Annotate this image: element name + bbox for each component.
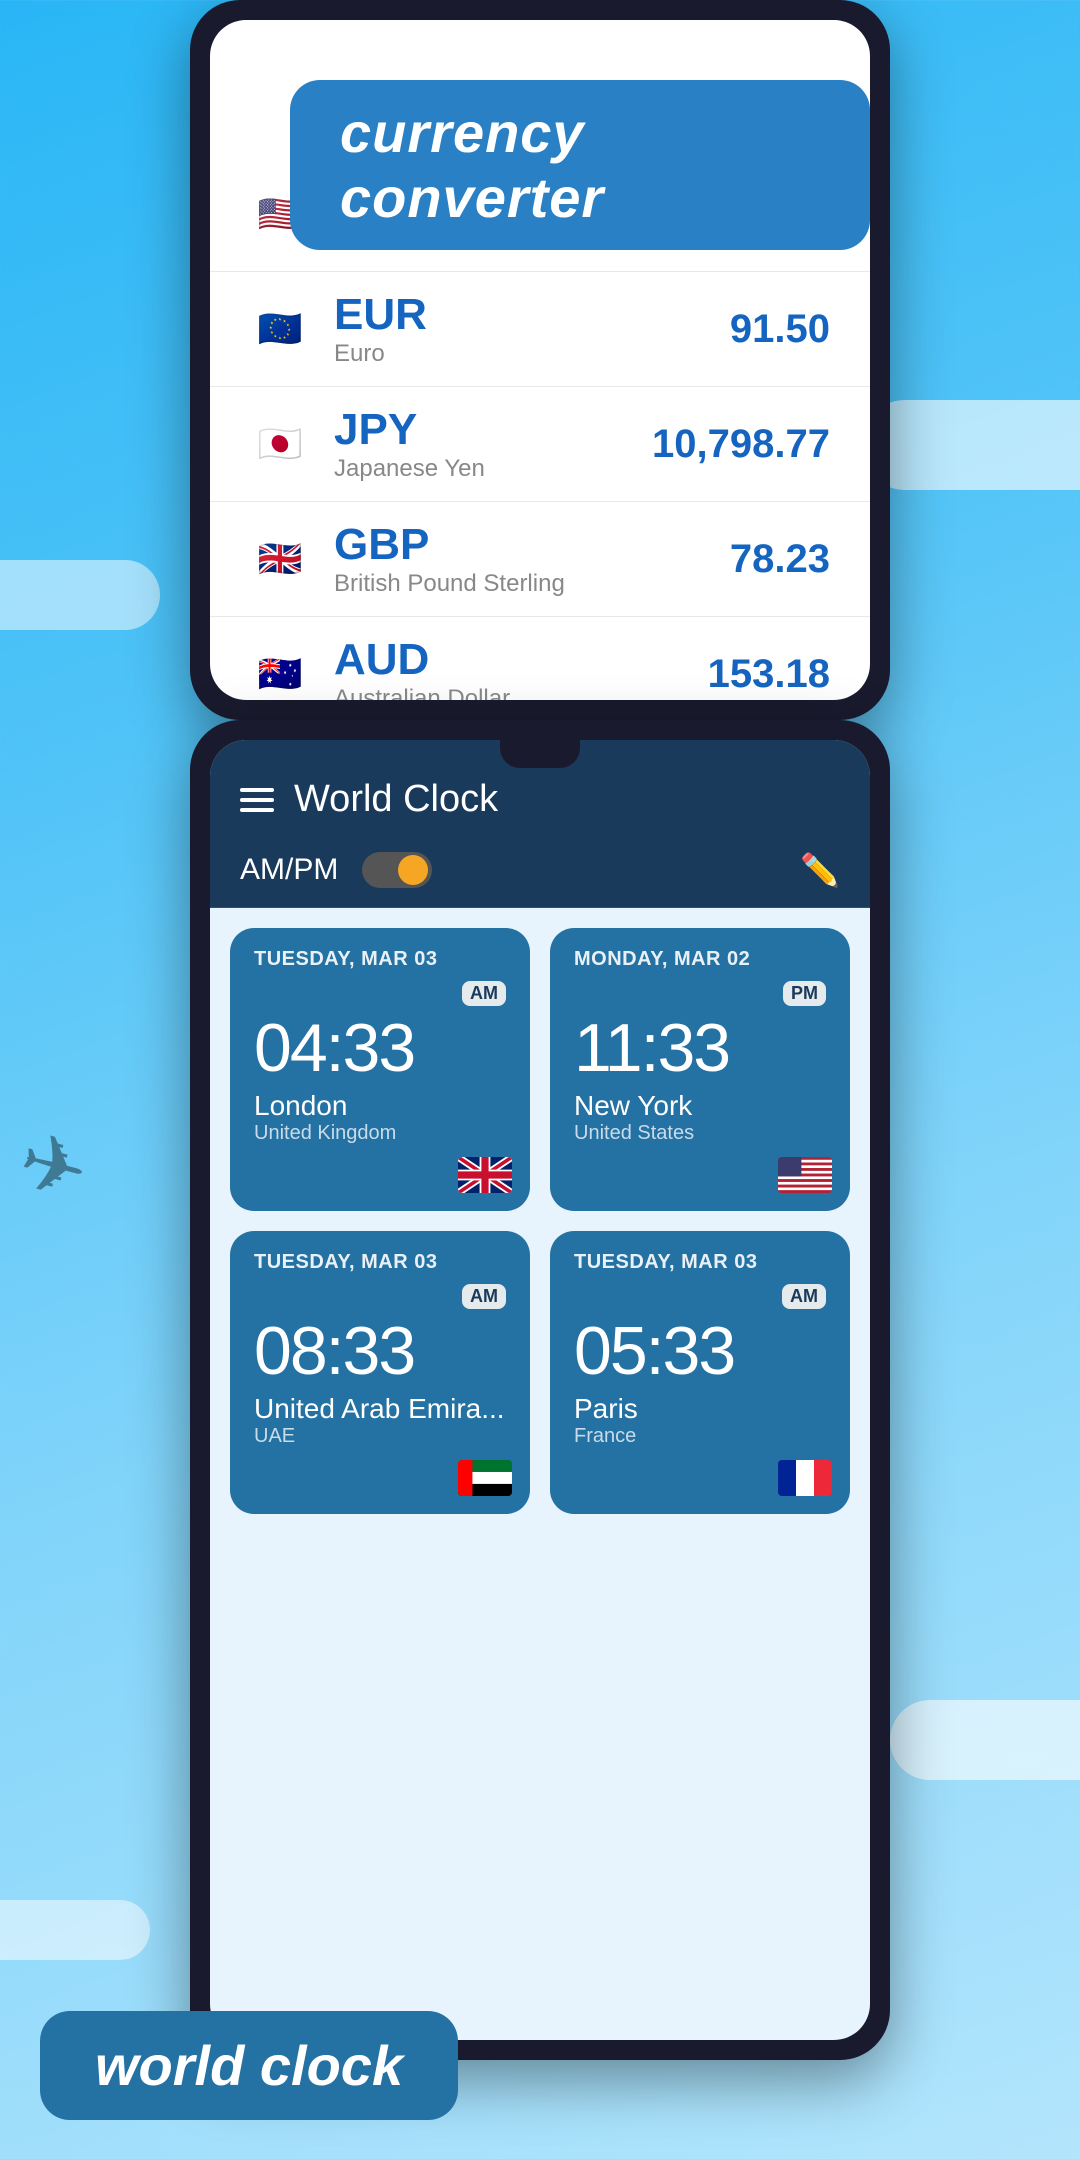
clock-city: United Arab Emira... [254,1393,506,1425]
clock-time: 08:33 [254,1317,506,1385]
currency-code: EUR [334,290,730,340]
currency-flag: 🇬🇧 [250,529,310,589]
clock-date: TUESDAY, MAR 03 [254,948,506,971]
currency-item[interactable]: 🇪🇺 EUR Euro 91.50 [210,272,870,387]
clock-time: 04:33 [254,1014,506,1082]
currency-value: 91.50 [730,307,830,352]
currency-name: Japanese Yen [334,455,652,483]
world-clock-title: World Clock [294,778,840,821]
currency-flag: 🇯🇵 [250,414,310,474]
currency-name: Euro [334,340,730,368]
clock-time: 11:33 [574,1014,826,1082]
ampm-badge-row: PM [574,981,826,1012]
ampm-label: AM/PM [240,853,338,887]
flag-fr [778,1460,832,1496]
ampm-badge-row: AM [254,981,506,1012]
currency-item[interactable]: 🇬🇧 GBP British Pound Sterling 78.23 [210,502,870,617]
clock-city: New York [574,1090,826,1122]
clock-time: 05:33 [574,1317,826,1385]
currency-code: JPY [334,405,652,455]
ampm-toggle[interactable] [362,852,432,888]
currency-name: British Pound Sterling [334,570,730,598]
currency-label-text: currency converter [340,101,604,229]
world-clock-label-text: world clock [95,2034,403,2097]
cloud-decoration-3 [890,1700,1080,1780]
hamburger-line [240,788,274,792]
clock-city: London [254,1090,506,1122]
flag-uk [458,1157,512,1193]
currency-name: Australian Dollar [334,685,708,700]
currency-code: AUD [334,635,708,685]
ampm-badge: AM [782,1284,826,1309]
ampm-row: AM/PM ✏️ [210,839,870,908]
clock-country: United Kingdom [254,1122,506,1145]
flag-us [778,1157,832,1193]
hamburger-line [240,798,274,802]
currency-info: EUR Euro [334,290,730,368]
ampm-badge: AM [462,1284,506,1309]
currency-screen: currency converter 100 USD equals: 🇺🇸 US… [210,20,870,700]
edit-icon[interactable]: ✏️ [800,851,840,889]
clock-card[interactable]: MONDAY, MAR 02 PM 11:33 New York United … [550,928,850,1211]
menu-button[interactable] [240,788,274,812]
clock-grid: TUESDAY, MAR 03 AM 04:33 London United K… [210,908,870,1534]
currency-flag: 🇦🇺 [250,644,310,700]
world-clock-screen: World Clock AM/PM ✏️ TUESDAY, MAR 03 AM … [210,740,870,2040]
currency-phone: currency converter 100 USD equals: 🇺🇸 US… [190,0,890,720]
clock-date: MONDAY, MAR 02 [574,948,826,971]
clock-card[interactable]: TUESDAY, MAR 03 AM 08:33 United Arab Emi… [230,1231,530,1514]
ampm-badge: PM [783,981,826,1006]
currency-value: 10,798.77 [652,422,830,467]
ampm-badge: AM [462,981,506,1006]
world-clock-phone: World Clock AM/PM ✏️ TUESDAY, MAR 03 AM … [190,720,890,2060]
clock-date: TUESDAY, MAR 03 [254,1251,506,1274]
clock-card[interactable]: TUESDAY, MAR 03 AM 05:33 Paris France [550,1231,850,1514]
flag-ae [458,1460,512,1496]
phone-notch [500,740,580,768]
hamburger-line [240,808,274,812]
cloud-decoration-2 [0,560,160,630]
ampm-badge-row: AM [254,1284,506,1315]
clock-card[interactable]: TUESDAY, MAR 03 AM 04:33 London United K… [230,928,530,1211]
ampm-badge-row: AM [574,1284,826,1315]
world-clock-label-banner: world clock [40,2011,458,2120]
currency-label-banner: currency converter [290,80,870,250]
clock-date: TUESDAY, MAR 03 [574,1251,826,1274]
currency-item[interactable]: 🇯🇵 JPY Japanese Yen 10,798.77 [210,387,870,502]
airplane-decoration: ✈ [9,1113,98,1220]
clock-country: France [574,1425,826,1448]
currency-info: JPY Japanese Yen [334,405,652,483]
clock-city: Paris [574,1393,826,1425]
currency-value: 153.18 [708,652,830,697]
currency-flag: 🇪🇺 [250,299,310,359]
currency-value: 78.23 [730,537,830,582]
currency-info: GBP British Pound Sterling [334,520,730,598]
currency-item[interactable]: 🇦🇺 AUD Australian Dollar 153.18 [210,617,870,700]
currency-code: GBP [334,520,730,570]
toggle-thumb [398,855,428,885]
clock-country: UAE [254,1425,506,1448]
cloud-decoration-1 [860,400,1080,490]
clock-country: United States [574,1122,826,1145]
cloud-decoration-4 [0,1900,150,1960]
currency-info: AUD Australian Dollar [334,635,708,700]
